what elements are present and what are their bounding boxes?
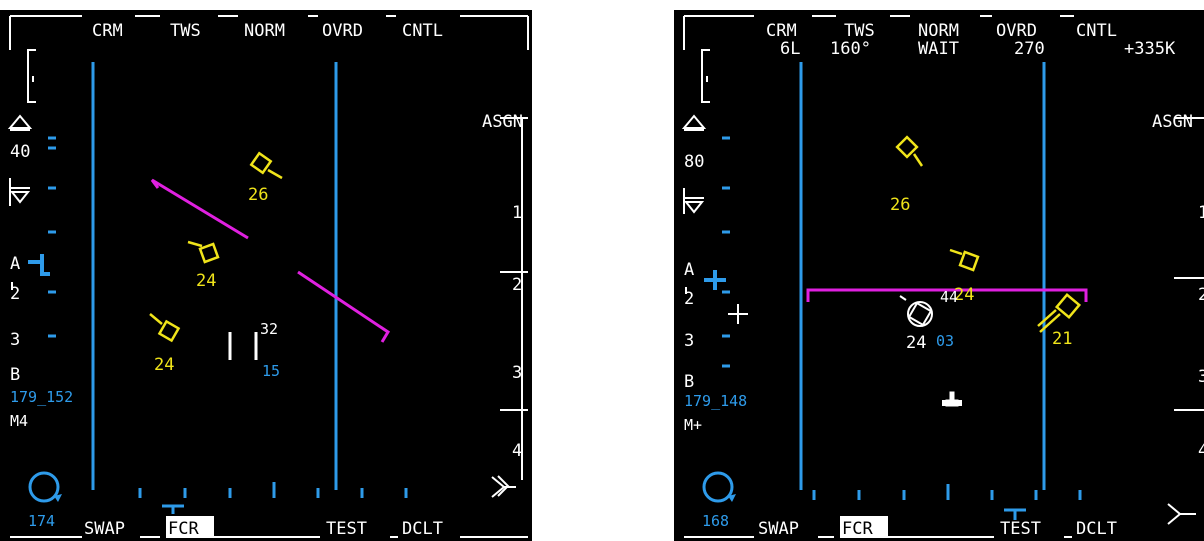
osb-asgn[interactable]: ASGN — [482, 112, 523, 132]
track-label-24b: 24 — [154, 355, 174, 375]
altitude-scale-label: 40 — [10, 142, 30, 162]
osb-swap[interactable]: SWAP — [84, 519, 125, 539]
heading-circle-icon — [702, 471, 734, 503]
osb-cntl[interactable]: CNTL — [402, 21, 443, 41]
elevation-label-3: 3 — [10, 330, 20, 350]
range-tick-4: 4 — [1198, 441, 1204, 461]
down-arrow-icon[interactable] — [9, 191, 31, 204]
osb-tws[interactable]: TWS — [844, 21, 875, 41]
mode-label: M4 — [10, 412, 28, 430]
speed-readout: +335K — [1124, 39, 1176, 59]
elevation-caret — [28, 254, 50, 276]
osb-test[interactable]: TEST — [326, 519, 367, 539]
azimuth-readout: 160° — [830, 39, 871, 59]
heading-circle-icon — [28, 471, 60, 503]
range-tick-2: 2 — [512, 275, 522, 295]
left-fcr-display: CRM TWS NORM OVRD CNTL ASGN 1 2 3 4 40 A… — [0, 10, 532, 541]
osb-dclt[interactable]: DCLT — [1076, 519, 1117, 539]
osb-ovrd[interactable]: OVRD — [996, 21, 1037, 41]
up-arrow-icon[interactable] — [7, 114, 33, 129]
range-tick-1: 1 — [1198, 203, 1204, 223]
range-tick-2: 2 — [1198, 285, 1204, 305]
osb-tws[interactable]: TWS — [170, 21, 201, 41]
steerpoint-icon — [728, 304, 748, 324]
elevation-label-b: B — [10, 365, 20, 385]
elevation-label-b: B — [684, 372, 694, 392]
osb-swap[interactable]: SWAP — [758, 519, 799, 539]
cursor-bullseye-readout: 179_148 — [684, 392, 747, 410]
osb-crm[interactable]: CRM — [92, 21, 123, 41]
osb-dclt[interactable]: DCLT — [402, 519, 443, 539]
track-label-26: 26 — [248, 185, 268, 205]
osb-norm[interactable]: NORM — [244, 21, 285, 41]
track-label-26: 26 — [890, 195, 910, 215]
altitude-scale-label: 80 — [684, 152, 704, 172]
right-fcr-display: CRM TWS NORM OVRD CNTL 6L 160° WAIT 270 … — [674, 10, 1204, 541]
track-label-21: 21 — [1052, 329, 1072, 349]
osb-fcr[interactable]: FCR — [168, 519, 199, 539]
up-arrow-icon[interactable] — [681, 114, 707, 129]
heading-readout-top: 270 — [1014, 39, 1045, 59]
magenta-fsl-lines — [150, 178, 391, 343]
cursor-bullseye-readout: 179_152 — [10, 388, 73, 406]
down-arrow-icon[interactable] — [683, 201, 705, 214]
fcr-screenshot: CRM TWS NORM OVRD CNTL ASGN 1 2 3 4 40 A… — [0, 0, 1204, 541]
osb-asgn[interactable]: ASGN — [1152, 112, 1193, 132]
bugged-target-altitude: 44 — [940, 288, 958, 306]
elevation-label-a: A — [10, 254, 20, 274]
cursor-altitude-bottom: 15 — [262, 362, 280, 380]
mode-label: M+ — [684, 416, 702, 434]
bugged-target-aspect: 03 — [936, 332, 954, 350]
osb-fcr[interactable]: FCR — [842, 519, 873, 539]
osb-test[interactable]: TEST — [1000, 519, 1041, 539]
bugged-target-symbol[interactable] — [899, 295, 933, 327]
osb-crm[interactable]: CRM — [766, 21, 797, 41]
chevron-right-icon[interactable] — [1167, 503, 1196, 525]
range-tick-3: 3 — [512, 363, 522, 383]
bugged-target-label: 24 — [906, 333, 926, 353]
cursor-altitude-top: 32 — [260, 320, 278, 338]
range-tick-3: 3 — [1198, 367, 1204, 387]
heading-readout: 174 — [28, 512, 55, 530]
osb-cntl[interactable]: CNTL — [1076, 21, 1117, 41]
osb-ovrd[interactable]: OVRD — [322, 21, 363, 41]
elevation-caret — [704, 270, 726, 290]
range-tick-1: 1 — [512, 203, 522, 223]
range-tick-4: 4 — [512, 441, 522, 461]
wait-readout: WAIT — [918, 39, 959, 59]
elevation-label-3: 3 — [684, 331, 694, 351]
elevation-label-a: A — [684, 260, 694, 280]
track-label-24a: 24 — [196, 271, 216, 291]
range-readout: 6L — [780, 39, 800, 59]
osb-norm[interactable]: NORM — [918, 21, 959, 41]
heading-readout: 168 — [702, 512, 729, 530]
